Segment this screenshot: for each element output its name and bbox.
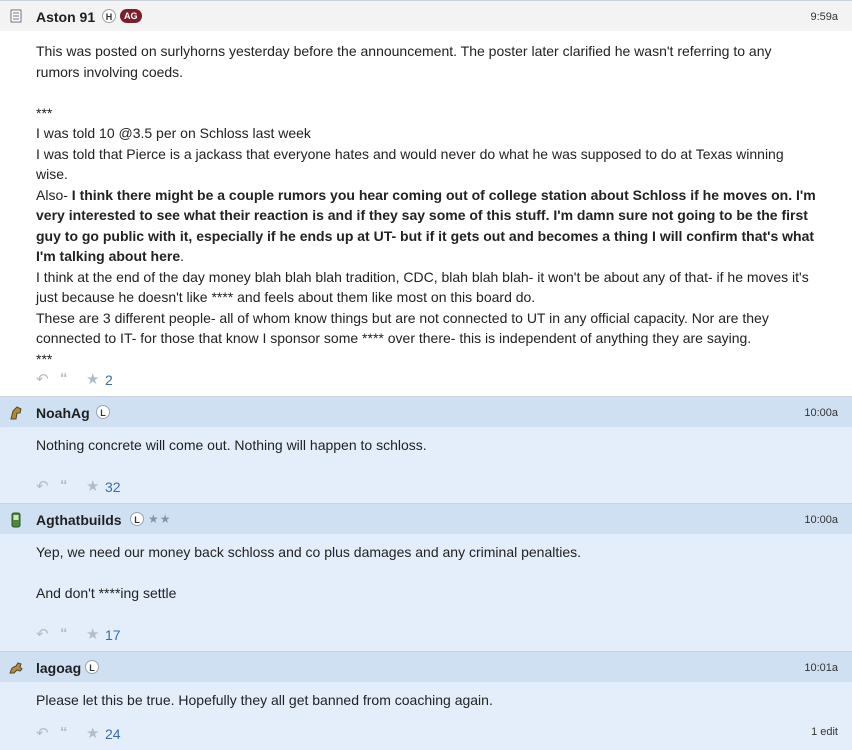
username[interactable]: Aston 91 bbox=[36, 9, 95, 25]
reply-icon[interactable]: ↶ bbox=[36, 370, 49, 388]
horse-icon bbox=[8, 660, 24, 676]
reply-icon[interactable]: ↶ bbox=[36, 724, 49, 742]
user-badges: L bbox=[85, 660, 99, 674]
post: Agthatbuilds L ★★ 10:00a Yep, we need ou… bbox=[0, 503, 852, 651]
post-time: 9:59a bbox=[810, 11, 838, 23]
post-time: 10:00a bbox=[804, 514, 838, 526]
star-count[interactable]: 24 bbox=[105, 726, 121, 742]
star-icon[interactable]: ★ bbox=[86, 370, 99, 388]
post-body: Yep, we need our money back schloss and … bbox=[0, 534, 852, 604]
rank-stars: ★★ bbox=[148, 512, 172, 526]
badge-ag: AG bbox=[120, 9, 142, 23]
user-badges: H AG bbox=[102, 9, 142, 23]
post-text: *** bbox=[36, 104, 53, 121]
star-count[interactable]: 17 bbox=[105, 627, 121, 643]
reply-icon[interactable]: ↶ bbox=[36, 625, 49, 643]
badge-l: L bbox=[96, 405, 110, 419]
quote-icon[interactable]: “ bbox=[60, 477, 68, 494]
post-text: I was told 10 @3.5 per on Schloss last w… bbox=[36, 125, 311, 141]
post-time: 10:00a bbox=[804, 407, 838, 419]
badge-h: H bbox=[102, 9, 116, 23]
quote-icon[interactable]: “ bbox=[60, 724, 68, 741]
post-text: Also- I think there might be a couple ru… bbox=[36, 186, 816, 265]
quote-icon[interactable]: “ bbox=[60, 625, 68, 642]
star-icon[interactable]: ★ bbox=[86, 477, 99, 495]
horse-head-icon bbox=[8, 405, 24, 421]
username[interactable]: Agthatbuilds bbox=[36, 512, 122, 528]
post-actions: ↶ “ ★ 32 bbox=[0, 467, 852, 503]
post-body: Nothing concrete will come out. Nothing … bbox=[0, 427, 852, 456]
star-icon[interactable]: ★ bbox=[86, 625, 99, 643]
post-text: I think at the end of the day money blah… bbox=[36, 268, 809, 306]
star-count[interactable]: 2 bbox=[105, 372, 113, 388]
post-text: I was told that Pierce is a jackass that… bbox=[36, 145, 784, 183]
username[interactable]: lagoag bbox=[36, 660, 81, 676]
user-badges: L ★★ bbox=[130, 512, 172, 526]
post-body: Please let this be true. Hopefully they … bbox=[0, 682, 852, 711]
post: NoahAg L 10:00a Nothing concrete will co… bbox=[0, 396, 852, 503]
bold-quote: I think there might be a couple rumors y… bbox=[36, 186, 816, 265]
post-header: lagoag L 10:01a bbox=[0, 652, 852, 682]
badge-l: L bbox=[130, 512, 144, 526]
post-header: Agthatbuilds L ★★ 10:00a bbox=[0, 504, 852, 534]
post-body: This was posted on surlyhorns yesterday … bbox=[0, 31, 852, 369]
post-actions: ↶ “ ★ 24 1 edit bbox=[0, 714, 852, 750]
post-text: These are 3 different people- all of who… bbox=[36, 309, 769, 347]
star-count[interactable]: 32 bbox=[105, 479, 121, 495]
post-time: 10:01a bbox=[804, 662, 838, 674]
phone-icon bbox=[8, 512, 24, 528]
post-header: NoahAg L 10:00a bbox=[0, 397, 852, 427]
post: Aston 91 H AG 9:59a This was posted on s… bbox=[0, 0, 852, 396]
badge-l: L bbox=[85, 660, 99, 674]
post-header: Aston 91 H AG 9:59a bbox=[0, 1, 852, 31]
post-text: Please let this be true. Hopefully they … bbox=[36, 692, 493, 708]
user-badges: L bbox=[96, 405, 110, 419]
quote-icon[interactable]: “ bbox=[60, 370, 68, 387]
post-text: Yep, we need our money back schloss and … bbox=[36, 544, 582, 560]
post-actions: ↶ “ ★ 17 bbox=[0, 615, 852, 651]
star-icon[interactable]: ★ bbox=[86, 724, 99, 742]
post-text: Nothing concrete will come out. Nothing … bbox=[36, 437, 427, 453]
edit-count[interactable]: 1 edit bbox=[811, 726, 838, 738]
document-icon bbox=[8, 9, 24, 25]
post-text: This was posted on surlyhorns yesterday … bbox=[36, 43, 772, 80]
post-text: And don't ****ing settle bbox=[36, 585, 177, 601]
post-actions: ↶ “ ★ 2 bbox=[0, 360, 852, 396]
post: lagoag L 10:01a Please let this be true.… bbox=[0, 651, 852, 750]
reply-icon[interactable]: ↶ bbox=[36, 477, 49, 495]
username[interactable]: NoahAg bbox=[36, 405, 90, 421]
